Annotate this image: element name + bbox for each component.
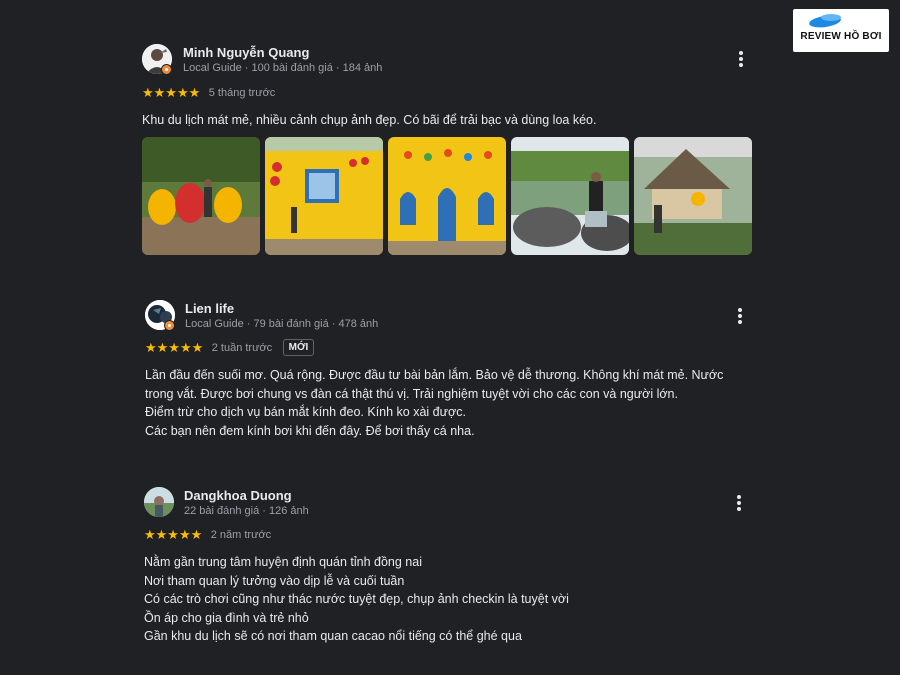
review-card: Minh Nguyễn Quang Local Guide · 100 bài … [140,44,760,259]
review-text-line: Lần đầu đến suối mơ. Quá rộng. Được đầu … [145,368,724,382]
star-rating: ★★★★★ [145,339,204,355]
review-text-line: Gần khu du lịch sẽ có nơi tham quan caca… [144,629,522,643]
review-text-line: Khu du lịch mát mẻ, nhiều cảnh chụp ảnh … [142,113,597,127]
rating-row: ★★★★★ 2 năm trước [144,526,271,542]
more-options-icon[interactable] [736,495,742,513]
more-options-icon[interactable] [738,51,744,69]
review-text-line: Có các trò chơi cũng như thác nước tuyệt… [144,592,569,606]
logo-text: REVIEW HỒ BƠI [800,31,882,42]
reviewer-meta: Local Guide · 100 bài đánh giá · 184 ảnh [183,62,383,74]
review-text-line: Nằm gần trung tâm huyện định quán tỉnh đ… [144,555,422,569]
review-text: Lần đầu đến suối mơ. Quá rộng. Được đầu … [145,366,755,440]
review-text: Khu du lịch mát mẻ, nhiều cảnh chụp ảnh … [142,111,752,130]
review-text-line: Nơi tham quan lý tưởng vào dịp lễ và cuố… [144,573,405,588]
rating-row: ★★★★★ 5 tháng trước [142,84,275,100]
reviewer-name[interactable]: Minh Nguyễn Quang [183,45,309,60]
review-photo-yellow-house-window[interactable] [265,137,383,255]
review-text-line: Điểm trừ cho dịch vụ bán mắt kính đeo. K… [145,405,466,419]
review-photo-yellow-house-door[interactable] [388,137,506,255]
review-text-line: Ồn áp cho gia đình và trẻ nhỏ [144,610,309,625]
review-text-line: Các bạn nên đem kính bơi khi đến đây. Để… [145,423,475,438]
reviewer-name[interactable]: Lien life [185,301,234,316]
water-drop-highlight-icon [821,14,841,21]
star-rating: ★★★★★ [144,526,203,542]
review-card: Lien life Local Guide · 79 bài đánh giá … [140,300,760,450]
review-text-line: trong vắt. Được bơi chung vs đàn cá thật… [145,386,678,401]
more-options-icon[interactable] [737,308,743,326]
review-ho-boi-logo: REVIEW HỒ BƠI [793,9,889,52]
review-photo-egg-statues[interactable] [142,137,260,255]
star-rating: ★★★★★ [142,84,201,100]
avatar[interactable] [144,487,174,517]
reviewer-name[interactable]: Dangkhoa Duong [184,488,292,503]
review-photo-thatched-hut[interactable] [634,137,752,255]
review-time: 5 tháng trước [208,86,276,99]
reviewer-meta: 22 bài đánh giá · 126 ảnh [184,505,309,517]
rating-row: ★★★★★ 2 tuần trước MỚI [145,339,315,357]
review-card: Dangkhoa Duong 22 bài đánh giá · 126 ảnh… [140,487,760,647]
local-guide-badge-icon [164,320,175,331]
review-text: Nằm gần trung tâm huyện định quán tỉnh đ… [144,553,754,646]
review-time: 2 tuần trước [211,341,273,354]
avatar-image [144,487,174,517]
reviewer-meta: Local Guide · 79 bài đánh giá · 478 ảnh [185,318,379,330]
local-guide-badge-icon [161,64,172,75]
new-badge: MỚI [282,339,315,357]
review-photo-lake-rocks[interactable] [511,137,629,255]
review-time: 2 năm trước [210,528,272,541]
